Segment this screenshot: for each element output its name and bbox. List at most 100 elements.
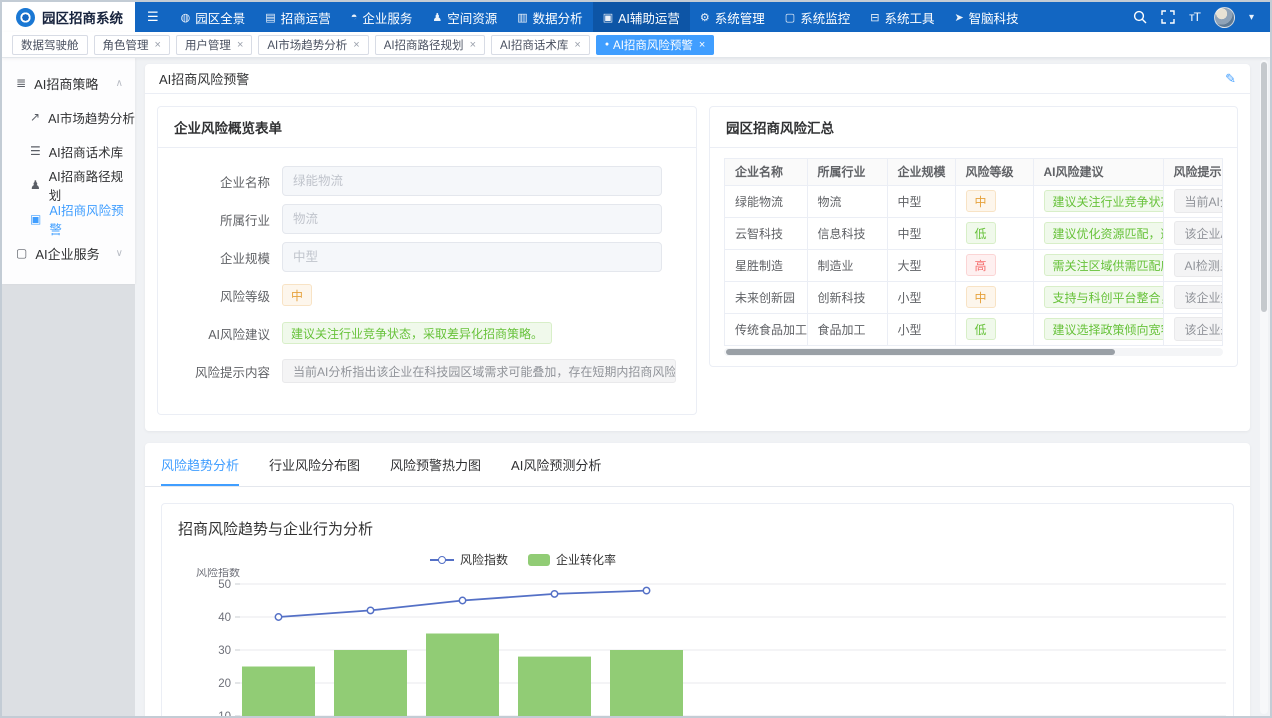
sidebar-item-path-planning[interactable]: ♟ AI招商路径规划 [2, 168, 135, 202]
analysis-tab-label: AI风险预测分析 [511, 458, 601, 473]
fullscreen-icon[interactable] [1161, 10, 1175, 24]
view-tab[interactable]: ● AI招商风险预警 × [596, 35, 715, 55]
close-icon[interactable]: × [574, 39, 580, 51]
analysis-tab[interactable]: 行业风险分布图 [269, 443, 360, 486]
view-tab-label: 角色管理 [103, 37, 149, 53]
chart-legend: 风险指数 企业转化率 [178, 551, 868, 568]
sidebar-item-market-trend[interactable]: ↗ AI市场趋势分析 [2, 100, 135, 134]
svg-text:40: 40 [218, 612, 231, 624]
svg-text:50: 50 [218, 579, 231, 591]
view-tab[interactable]: ● AI招商路径规划 × [375, 35, 485, 55]
svg-text:10: 10 [218, 711, 231, 716]
risk-level-tag: 中 [966, 286, 996, 308]
nav-menu-item[interactable]: ⚙ 系统管理 [690, 2, 775, 32]
analysis-tab[interactable]: AI风险预测分析 [511, 443, 601, 486]
bar-marker-icon [528, 554, 550, 566]
user-caret-down-icon[interactable]: ▾ [1249, 12, 1254, 23]
col-header: 所属行业 [807, 159, 887, 185]
nav-menu-item[interactable]: ▥ 数据分析 [507, 2, 592, 32]
view-tab[interactable]: ● AI市场趋势分析 × [258, 35, 368, 55]
page-vertical-scrollbar[interactable] [1260, 60, 1268, 714]
route-icon: ♟ [30, 178, 41, 192]
col-header: 风险等级 [955, 159, 1033, 185]
nav-menu-item[interactable]: ➤ 智脑科技 [944, 2, 1028, 32]
close-icon[interactable]: × [470, 39, 476, 51]
nav-menu-item[interactable]: ▢ 系统监控 [775, 2, 860, 32]
nav-item-label: 系统管理 [715, 8, 765, 27]
legend-item-conversion[interactable]: 企业转化率 [528, 551, 616, 568]
cell-company: 星胜制造 [725, 249, 807, 281]
company-scale-input[interactable] [282, 242, 662, 272]
field-label: 风险等级 [174, 286, 282, 305]
analysis-tab-label: 风险预警热力图 [390, 458, 481, 473]
company-name-input[interactable] [282, 166, 662, 196]
ai-advice-tag: 建议关注行业竞争状态，采取差异化招商策略。 [1044, 190, 1164, 212]
close-icon[interactable]: × [699, 39, 705, 51]
table-header-row: 企业名称 所属行业 企业规模 风险等级 AI风险建议 风险提示内容 [725, 159, 1223, 185]
risk-notice-box: 当前AI分析指出该企业在科技园区域需求可能叠加，存在短期内招商风险。 [282, 359, 676, 383]
sidebar-item-label: AI招商风险预警 [49, 200, 135, 238]
nav-menu-item[interactable]: ◍ 园区全景 [171, 2, 256, 32]
scrollbar-thumb[interactable] [726, 349, 1115, 355]
ai-advice-tag: 建议关注行业竞争状态，采取差异化招商策略。 [282, 322, 552, 344]
view-tab[interactable]: ● AI招商话术库 × [491, 35, 590, 55]
nav-item-icon: ➤ [954, 11, 963, 24]
analysis-tab[interactable]: 风险趋势分析 [161, 443, 239, 486]
table-horizontal-scrollbar[interactable] [724, 348, 1223, 356]
risk-table: 企业名称 所属行业 企业规模 风险等级 AI风险建议 风险提示内容 [724, 158, 1223, 346]
hamburger-icon: ☰ [147, 9, 159, 25]
cell-company: 传统食品加工厂 [725, 313, 807, 345]
sidebar-collapse-button[interactable]: ☰ [135, 2, 171, 32]
sidebar-group-ai-strategy[interactable]: ≣ AI招商策略 ∧ [2, 66, 135, 100]
search-icon[interactable] [1133, 10, 1147, 24]
sidebar-group-ai-enterprise[interactable]: ▢ AI企业服务 ∨ [2, 236, 135, 270]
nav-item-icon: ♟ [432, 11, 442, 24]
view-tab[interactable]: ● 角色管理 × [94, 35, 170, 55]
nav-menu-item[interactable]: ◓ 企业服务 [341, 2, 423, 32]
field-label: 企业名称 [174, 172, 282, 191]
nav-menu-item[interactable]: ▤ 招商运营 [255, 2, 340, 32]
close-icon[interactable]: × [237, 39, 243, 51]
view-tab-label: AI招商路径规划 [384, 37, 464, 53]
cell-industry: 信息科技 [807, 217, 887, 249]
nav-menu-item[interactable]: ⊟ 系统工具 [860, 2, 944, 32]
enterprise-risk-form-card: 企业风险概览表单 企业名称 所属行业 企业规模 [157, 106, 697, 415]
nav-menu-item[interactable]: ▣ AI辅助运营 [593, 2, 690, 32]
col-header: 企业规模 [887, 159, 955, 185]
col-header: 风险提示内容 [1163, 159, 1223, 185]
nav-item-icon: ▥ [517, 11, 527, 24]
sidebar-item-script-library[interactable]: ☰ AI招商话术库 [2, 134, 135, 168]
close-icon[interactable]: × [155, 39, 161, 51]
field-label: 企业规模 [174, 248, 282, 267]
legend-item-risk-index[interactable]: 风险指数 [430, 551, 508, 568]
user-avatar[interactable] [1214, 7, 1235, 28]
risk-notice-box: AI检测显示该企业 [1174, 253, 1224, 277]
cell-industry: 创新科技 [807, 281, 887, 313]
nav-item-icon: ▣ [603, 11, 613, 24]
legend-label: 风险指数 [460, 551, 508, 568]
sidebar-item-risk-alert[interactable]: ▣ AI招商风险预警 [2, 202, 135, 236]
ai-advice-tag: 支持与科创平台整合，提升整体吸引力 [1044, 286, 1164, 308]
industry-input[interactable] [282, 204, 662, 234]
view-tab[interactable]: ● 数据驾驶舱 × [12, 35, 88, 55]
cell-scale: 中型 [887, 217, 955, 249]
line-marker-icon [430, 559, 454, 561]
nav-item-icon: ◍ [181, 11, 191, 24]
trend-combo-chart: 5040302010风险指数 [178, 568, 1238, 716]
view-tab-label: 用户管理 [185, 37, 231, 53]
cell-industry: 制造业 [807, 249, 887, 281]
close-icon[interactable]: × [353, 39, 359, 51]
chevron-up-icon: ∧ [116, 78, 123, 89]
analysis-tab[interactable]: 风险预警热力图 [390, 443, 481, 486]
field-label: 风险提示内容 [174, 362, 282, 381]
nav-menu-item[interactable]: ♟ 空间资源 [422, 2, 507, 32]
edit-icon[interactable]: ✎ [1225, 71, 1236, 87]
table-row: 传统食品加工厂 食品加工 小型 低 建议选择政策倾向宽容行业，降低审批 该企业未… [725, 313, 1223, 345]
view-tab[interactable]: ● 用户管理 × [176, 35, 252, 55]
nav-item-label: 企业服务 [362, 8, 412, 27]
scrollbar-thumb[interactable] [1261, 62, 1267, 312]
risk-level-tag: 中 [282, 284, 312, 306]
risk-level-tag: 中 [966, 190, 996, 212]
font-size-icon[interactable]: тT [1189, 10, 1200, 24]
nav-item-label: 智脑科技 [969, 8, 1019, 27]
